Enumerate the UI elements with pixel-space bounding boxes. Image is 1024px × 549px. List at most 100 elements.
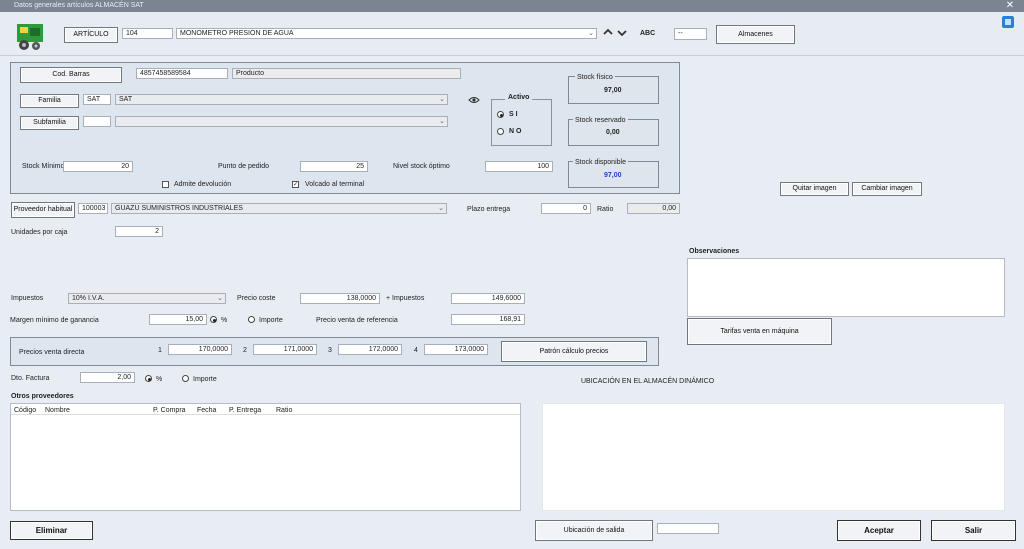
eye-icon[interactable] [468,96,480,106]
nivel-stock-field[interactable]: 100 [485,161,553,172]
salir-button[interactable]: Salir [931,520,1016,541]
admite-devolucion-label: Admite devolución [174,181,232,188]
arrow-up-icon[interactable] [603,27,613,39]
dto-factura-field[interactable]: 2,00 [80,372,135,383]
col-fecha[interactable]: Fecha [197,407,216,414]
ubicacion-almacen-area[interactable] [542,403,1005,511]
plazo-entrega-field[interactable]: 0 [541,203,591,214]
margen-importe-label: Importe [259,317,283,324]
familia-value: SAT [119,96,133,103]
subfamilia-button[interactable]: Subfamilia [20,116,79,130]
window-title: Datos generales artículos ALMACÉN SAT [0,0,1024,12]
dto-factura-label: Dto. Factura [11,375,50,382]
activo-no-radio[interactable] [497,128,504,135]
arrow-down-icon[interactable] [617,28,627,40]
admite-devolucion-checkbox[interactable] [162,181,169,188]
proveedor-select[interactable]: GUAZU SUMINISTROS INDUSTRIALES ⌄ [111,203,447,214]
punto-pedido-field[interactable]: 25 [300,161,368,172]
pvd-3-label: 3 [328,347,332,354]
article-description-select[interactable]: MONOMETRO PRESIÓN DE AGUA ⌄ [176,28,597,39]
abc-field[interactable]: -- [674,28,707,40]
app-logo-icon [15,22,47,52]
otros-proveedores-table[interactable] [10,403,521,511]
chevron-down-icon: ⌄ [439,96,445,103]
observaciones-label: Observaciones [689,248,740,255]
col-nombre[interactable]: Nombre [45,407,70,414]
familia-code-field[interactable]: SAT [83,94,111,105]
cod-barras-field[interactable]: 4857458589584 [136,68,228,79]
pvd-2-field[interactable]: 171,0000 [253,344,317,355]
activo-no-label: N O [509,128,522,135]
scrollbar[interactable] [1013,258,1019,318]
col-ratio[interactable]: Ratio [276,407,292,414]
cod-barras-button[interactable]: Cod. Barras [20,67,122,83]
precio-coste-field[interactable]: 138,0000 [300,293,380,304]
margen-pct-label: % [221,317,228,324]
eliminar-button[interactable]: Eliminar [10,521,93,540]
pvd-4-field[interactable]: 173,0000 [424,344,488,355]
pvd-1-field[interactable]: 170,0000 [168,344,232,355]
article-description-value: MONOMETRO PRESIÓN DE AGUA [180,30,294,37]
stock-reservado-label: Stock reservado [573,117,628,124]
cambiar-imagen-button[interactable]: Cambiar imagen [852,182,922,196]
mas-impuestos-field[interactable]: 149,6000 [451,293,525,304]
pvd-3-field[interactable]: 172,0000 [338,344,402,355]
stock-fisico-label: Stock físico [575,74,615,81]
activo-group [491,99,552,146]
pvd-2-label: 2 [243,347,247,354]
familia-button[interactable]: Familia [20,94,79,108]
col-p-entrega[interactable]: P. Entrega [229,407,261,414]
help-icon[interactable] [1001,15,1015,31]
activo-si-radio[interactable] [497,111,504,118]
ratio-label: Ratio [597,206,614,213]
activo-label: Activo [505,94,533,101]
stock-reservado-value: 0,00 [606,129,620,136]
patron-calculo-button[interactable]: Patrón cálculo precios [501,341,647,362]
close-icon[interactable]: ✕ [1004,0,1016,12]
ubicacion-almacen-label: UBICACIÓN EN EL ALMACÉN DINÁMICO [581,378,715,385]
col-codigo[interactable]: Código [14,407,36,414]
impuestos-select[interactable]: 10% I.V.A. ⌄ [68,293,226,304]
stock-fisico-value: 97,00 [604,87,622,94]
margen-field[interactable]: 15,00 [149,314,207,325]
unidades-caja-label: Unidades por caja [11,229,68,236]
observaciones-textarea[interactable] [687,258,1005,317]
dto-pct-radio[interactable] [145,375,152,382]
quitar-imagen-button[interactable]: Quitar imagen [780,182,849,196]
chevron-down-icon: ⌄ [439,118,445,125]
producto-field[interactable]: Producto [232,68,461,79]
margen-importe-radio[interactable] [248,316,255,323]
impuestos-label: Impuestos [11,295,44,302]
ubicacion-salida-field[interactable] [657,523,719,534]
aceptar-button[interactable]: Aceptar [837,520,921,541]
margen-pct-radio[interactable] [210,316,217,323]
dto-pct-label: % [156,376,163,383]
stock-minimo-label: Stock Mínimo [22,163,65,170]
chevron-down-icon: ⌄ [588,30,594,37]
activo-si-label: S I [509,111,518,118]
tarifas-venta-button[interactable]: Tarifas venta en máquina [687,318,832,345]
stock-minimo-field[interactable]: 20 [63,161,133,172]
unidades-caja-field[interactable]: 2 [115,226,163,237]
subfamilia-select[interactable]: ⌄ [115,116,448,127]
dto-importe-label: Importe [193,376,217,383]
precio-coste-label: Precio coste [237,295,276,302]
pvd-4-label: 4 [414,347,418,354]
proveedor-habitual-button[interactable]: Proveedor habitual [11,202,75,218]
plazo-entrega-label: Plazo entrega [467,206,511,213]
precio-referencia-field[interactable]: 168,91 [451,314,525,325]
ubicacion-salida-button[interactable]: Ubicación de salida [535,520,653,541]
dto-importe-radio[interactable] [182,375,189,382]
subfamilia-code-field[interactable] [83,116,111,127]
familia-select[interactable]: SAT ⌄ [115,94,448,105]
articulo-button[interactable]: ARTÍCULO [64,27,118,43]
volcado-terminal-checkbox[interactable]: ✓ [292,181,299,188]
otros-proveedores-title: Otros proveedores [11,393,74,400]
abc-label: ABC [640,30,656,37]
chevron-down-icon: ⌄ [438,205,444,212]
article-code-field[interactable]: 104 [122,28,173,39]
proveedor-code-field[interactable]: 100003 [78,203,108,214]
col-p-compra[interactable]: P. Compra [153,407,186,414]
almacenes-button[interactable]: Almacenes [716,25,795,44]
volcado-terminal-label: Volcado al terminal [305,181,365,188]
